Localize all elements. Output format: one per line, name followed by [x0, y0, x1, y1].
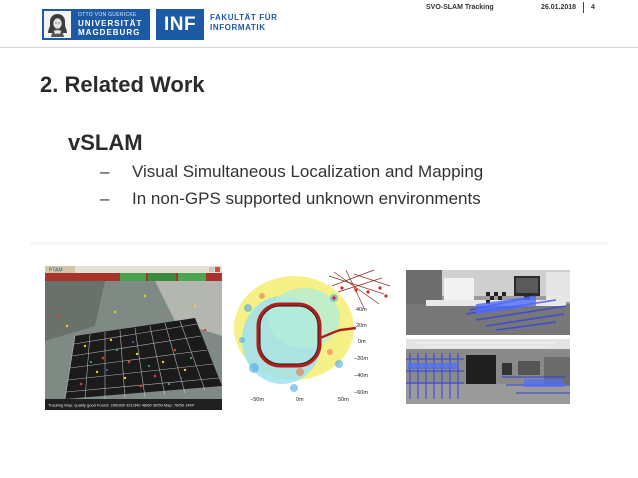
university-logo-line2: MAGDEBURG — [78, 28, 141, 37]
faculty-name-line2: INFORMATIK — [210, 23, 266, 32]
faculty-name: FAKULTÄT FÜR INFORMATIK — [210, 13, 278, 33]
bullet-dash: – — [100, 189, 110, 208]
map-tick-label-y: −60m — [354, 390, 368, 396]
slide-title: 2. Related Work — [40, 72, 205, 97]
header-divider — [583, 2, 584, 13]
kitchen-scene-image — [406, 270, 570, 335]
section-divider — [30, 242, 608, 248]
bullet-dash: – — [100, 162, 110, 181]
presentation-date: 26.01.2018 — [541, 4, 577, 11]
map-tick-label-y: 20m — [356, 323, 367, 329]
bullet-item: – Visual Simultaneous Localization and M… — [100, 162, 483, 189]
inf-logo: INF — [156, 9, 204, 40]
map-tick-label-y: −20m — [354, 356, 368, 362]
university-logo: OTTO VON GUERICKE UNIVERSITÄT MAGDEBURG — [42, 9, 150, 40]
bullet-item: – In non-GPS supported unknown environme… — [100, 189, 483, 216]
trajectory-map: 40m 20m 0m −20m −40m −60m −50m 0m 50m — [234, 268, 392, 410]
office-scene-image — [406, 339, 570, 404]
bullet-list: – Visual Simultaneous Localization and M… — [100, 162, 483, 216]
presentation-title: SVO-SLAM Tracking — [426, 4, 494, 11]
ptam-status-text: Tracking Map: quality good Found: 299/30… — [48, 403, 195, 408]
map-tick-label-x: −50m — [250, 397, 264, 403]
university-logo-line1: UNIVERSITÄT — [78, 19, 143, 28]
ptam-window-title: PTAM — [49, 268, 63, 274]
faculty-name-line1: FAKULTÄT FÜR — [210, 13, 278, 22]
ptam-screenshot: PTAM Tracking Map: quality good Found: 2… — [45, 266, 222, 410]
bullet-text: Visual Simultaneous Localization and Map… — [132, 162, 484, 181]
map-tick-label-x: 0m — [296, 397, 304, 403]
university-logo-subline: OTTO VON GUERICKE — [78, 12, 137, 18]
slide-header: OTTO VON GUERICKE UNIVERSITÄT MAGDEBURG … — [0, 0, 638, 48]
map-tick-label-y: 0m — [358, 339, 366, 345]
page-number: 4 — [591, 4, 595, 11]
topic-heading: vSLAM — [68, 130, 143, 155]
guericke-portrait-icon — [44, 11, 71, 38]
bullet-text: In non-GPS supported unknown environment… — [132, 189, 481, 208]
map-tick-label-y: −40m — [354, 373, 368, 379]
map-tick-label-x: 50m — [338, 397, 349, 403]
map-tick-label-y: 40m — [356, 307, 367, 313]
